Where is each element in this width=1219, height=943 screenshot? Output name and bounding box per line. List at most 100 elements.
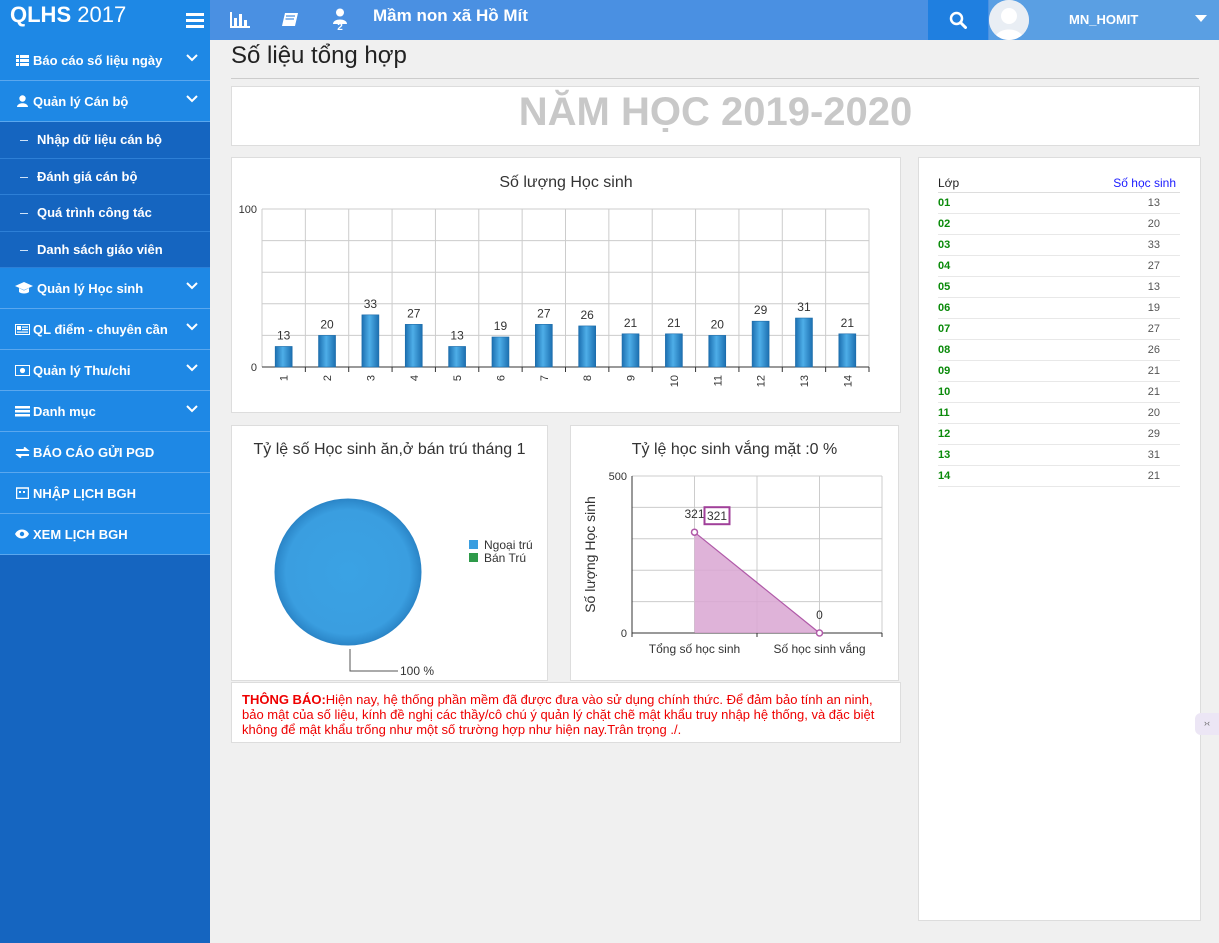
bar [665,333,683,368]
id-card-icon [14,323,30,336]
search-icon [949,11,967,29]
title-divider [231,78,1199,79]
x-tick-label: 3 [365,375,377,381]
chevron-down-icon [186,364,198,372]
sidebar-item-quan-ly-can-bo[interactable]: Quản lý Cán bộ [0,81,210,122]
x-tick-label: 5 [452,375,464,381]
cell-lop: 14 [938,470,951,482]
data-label: 27 [537,306,551,320]
chevron-down-icon [186,282,198,290]
sidebar-item-quan-ly-hoc-sinh[interactable]: Quản lý Học sinh [0,268,210,309]
col-header-so-hoc-sinh: Số học sinh [1113,176,1176,190]
data-point [690,528,699,536]
table-row: 12 29 [938,424,1180,445]
bar [621,333,640,368]
bar [361,314,380,368]
y-tick-label: 0 [251,362,257,374]
x-tick-label: 10 [669,375,681,387]
col-header-lop: Lớp [938,176,960,190]
x-tick-label: 2 [322,375,334,381]
x-tick-label: 12 [756,375,768,387]
sidebar-item-nhap-lich-bgh[interactable]: NHẬP LỊCH BGH [0,473,210,514]
table-row: 03 33 [938,235,1180,256]
data-label: 21 [667,316,681,330]
cell-lop: 08 [938,344,951,356]
cell-lop: 07 [938,323,951,335]
table-row: 09 21 [938,361,1180,382]
user-menu[interactable]: MN_HOMIT [989,0,1219,40]
data-label: 26 [580,308,594,322]
x-tick-label: 1 [279,375,291,381]
x-tick-label: 13 [799,375,811,387]
data-label: 21 [841,316,855,330]
user-count-badge: 2 [337,22,343,33]
sidebar-item-label: XEM LỊCH BGH [33,526,128,542]
data-label: 13 [450,328,464,342]
x-tick-label: 7 [539,375,551,381]
table-row: 13 31 [938,445,1180,466]
absence-chart-panel: Tỷ lệ học sinh vắng mặt :0 % 500 0 Số lượn… [570,425,899,681]
brand-main: QLHS [10,2,72,27]
cell-so-hoc-sinh: 21 [1147,386,1160,398]
money-icon [14,364,30,377]
bar-chart-icon[interactable] [220,0,260,40]
data-label: 19 [494,319,508,333]
data-label: 27 [407,306,421,320]
cell-so-hoc-sinh: 20 [1147,407,1160,419]
table-row: 07 27 [938,319,1180,340]
table-row: 02 20 [938,214,1180,235]
submenu-qua-trinh-cong-tac[interactable]: Quá trình công tác [0,195,210,232]
legend-item: Bán Trú [469,551,533,565]
users-icon[interactable]: 2 [320,0,360,40]
table-row: 08 26 [938,340,1180,361]
search-button[interactable] [928,0,988,40]
sidebar-item-label: NHẬP LỊCH BGH [33,485,137,501]
sidebar-item-danh-muc[interactable]: Danh mục [0,391,210,432]
legend-label: Ngoại trú [484,537,533,552]
y-axis-label: Số lượng Học sinh [582,496,598,613]
bar [318,335,336,368]
cell-so-hoc-sinh: 20 [1147,218,1160,230]
table-row: 06 19 [938,298,1180,319]
submenu-nhap-du-lieu-can-bo[interactable]: Nhập dữ liệu cán bộ [0,122,210,159]
data-label: 20 [320,317,334,331]
book-icon[interactable] [270,0,310,40]
sidebar-item-xem-lich-bgh[interactable]: XEM LỊCH BGH [0,514,210,555]
chevron-down-icon [186,405,198,413]
cell-so-hoc-sinh: 27 [1147,260,1160,272]
cell-lop: 11 [938,407,950,419]
y-tick-label: 500 [609,471,627,483]
data-label: 29 [754,303,768,317]
legend-swatch [469,540,478,549]
pie-legend: Ngoại trú Bán Trú [469,537,533,565]
cell-so-hoc-sinh: 26 [1147,344,1160,356]
cell-lop: 05 [938,281,951,293]
menu-toggle-icon[interactable] [175,0,215,40]
username: MN_HOMIT [1069,12,1139,27]
cell-so-hoc-sinh: 13 [1147,197,1160,209]
sidebar-item-bao-cao-gui-pgd[interactable]: BÁO CÁO GỬI PGD [0,432,210,473]
sidebar-item-bao-cao-so-lieu[interactable]: Báo cáo số liệu ngày [0,40,210,81]
side-tab-handle[interactable]: ›‹ [1195,713,1219,735]
y-tick-label: 100 [239,204,257,216]
sidebar-item-label: Quản lý Thu/chi [33,362,131,378]
sidebar-item-label: Báo cáo số liệu ngày [33,52,163,68]
sidebar-item-label: BÁO CÁO GỬI PGD [33,444,155,460]
absence-chart: 500 0 Số lượng Học sinh 321 Tổng số học sinh… [582,471,883,656]
user-icon [14,95,30,108]
cell-lop: 13 [938,449,951,461]
submenu-danh-gia-can-bo[interactable]: Đánh giá cán bộ [0,158,210,195]
x-tick-label: 8 [582,375,594,381]
submenu-danh-sach-giao-vien[interactable]: Danh sách giáo viên [0,231,210,268]
cell-so-hoc-sinh: 27 [1147,323,1160,335]
x-tick-label: 14 [842,375,854,387]
sidebar-item-ql-diem-chuyen-can[interactable]: QL điểm - chuyên cần [0,309,210,350]
pie-label-leader [349,649,398,672]
sidebar-item-quan-ly-thu-chi[interactable]: Quản lý Thu/chi [0,350,210,391]
notice-box: THÔNG BÁO:Hiện nay, hệ thống phần mềm đã… [231,682,901,743]
list-icon [14,54,30,67]
table-row: 14 21 [938,466,1180,487]
calendar-icon [14,487,30,500]
cell-lop: 01 [938,197,951,209]
table-header: Lớp Số học sinh [938,175,1180,193]
